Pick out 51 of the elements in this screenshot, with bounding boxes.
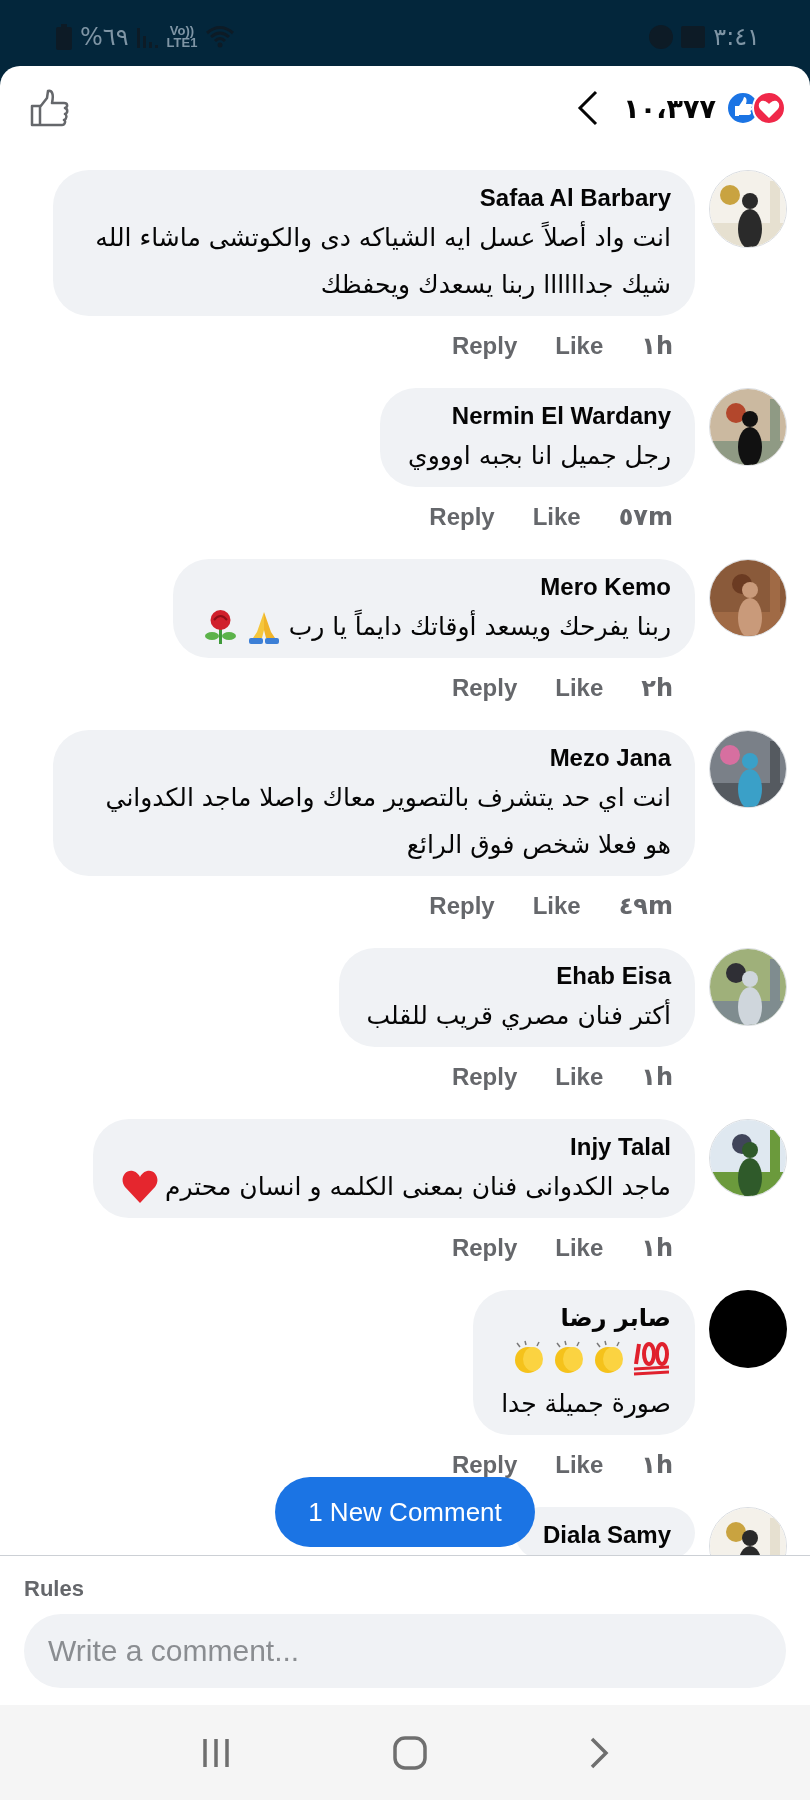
like-link[interactable]: Like: [532, 892, 581, 920]
home-icon[interactable]: [393, 1735, 427, 1770]
reactions-icon: [726, 91, 786, 125]
clock: ٣:٤١: [713, 23, 760, 51]
comment-time: ٤٩m: [618, 892, 673, 920]
reply-link[interactable]: Reply: [451, 332, 518, 360]
comment-author[interactable]: Mezo Jana: [549, 742, 671, 774]
like-link[interactable]: Like: [555, 332, 604, 360]
reaction-count: ١٠،٣٧٧: [623, 92, 716, 124]
reply-link[interactable]: Reply: [429, 503, 495, 531]
network-label: LTE1: [166, 37, 198, 49]
comment-text: أكتر فنان مصري قريب للقلب: [366, 998, 671, 1032]
comment-text: ماجد الكدوانى فنان بمعنى الكلمه و انسان محترم: [165, 1171, 671, 1204]
reply-link[interactable]: Reply: [451, 1063, 518, 1091]
comment-author[interactable]: صابر رضا: [560, 1302, 671, 1334]
like-link[interactable]: Like: [555, 1063, 604, 1091]
reply-link[interactable]: Reply: [451, 674, 518, 702]
recent-apps-icon[interactable]: [201, 1736, 231, 1769]
comment-time: ١h: [641, 1451, 673, 1479]
comment-author[interactable]: Injy Talal: [570, 1131, 671, 1163]
like-link[interactable]: Like: [555, 1234, 604, 1262]
comment-time: ١h: [641, 332, 673, 360]
reply-link[interactable]: Reply: [451, 1234, 518, 1262]
back-icon[interactable]: [589, 1736, 609, 1769]
like-link[interactable]: Like: [532, 503, 581, 531]
comment-author[interactable]: Diala Samy: [542, 1519, 671, 1551]
thumbs-up-icon[interactable]: [30, 89, 70, 127]
reply-link[interactable]: Reply: [451, 1451, 518, 1479]
comment-author[interactable]: Ehab Eisa: [556, 960, 671, 992]
reply-link[interactable]: Reply: [429, 892, 495, 920]
comment-field[interactable]: Write a comment...: [24, 1614, 786, 1688]
comment-text: صورة جميلة جدا: [501, 1388, 671, 1420]
comment-time: ١h: [641, 1234, 673, 1262]
comment-author[interactable]: Safaa Al Barbary: [479, 182, 671, 214]
heart-icon: [121, 1168, 160, 1205]
comment-text: ربنا يفرحك ويسعد أوقاتك دايماً يا رب: [288, 603, 671, 650]
volte-label: Vo)): [169, 25, 195, 37]
comment-text: انت واد أصلاً عسل ايه الشياكه دى والكوتشى ماشاء الله شيك جداااااا ربنا يسعدك ويحفظك: [94, 220, 671, 302]
like-link[interactable]: Like: [555, 1451, 604, 1479]
comment-time: ٥٧m: [618, 503, 673, 531]
new-comment-pill[interactable]: 1 New Comment: [275, 1477, 535, 1547]
comment-author[interactable]: Mero Kemo: [540, 571, 671, 603]
rules-link[interactable]: Rules: [24, 1576, 786, 1602]
like-link[interactable]: Like: [555, 674, 604, 702]
comment-author[interactable]: Nermin El Wardany: [451, 400, 671, 432]
battery-level: %٦٩: [80, 23, 129, 51]
comment-text: انت اي حد يتشرف بالتصوير معاك واصلا ماجد الكدواني هو فعلا شخص فوق الرائع: [104, 782, 671, 861]
back-chevron-icon[interactable]: [577, 90, 600, 126]
comment-time: ٢h: [641, 674, 673, 702]
comment-time: ١h: [641, 1063, 673, 1091]
comment-text: رجل جميل انا بجبه اوووي: [408, 440, 671, 473]
